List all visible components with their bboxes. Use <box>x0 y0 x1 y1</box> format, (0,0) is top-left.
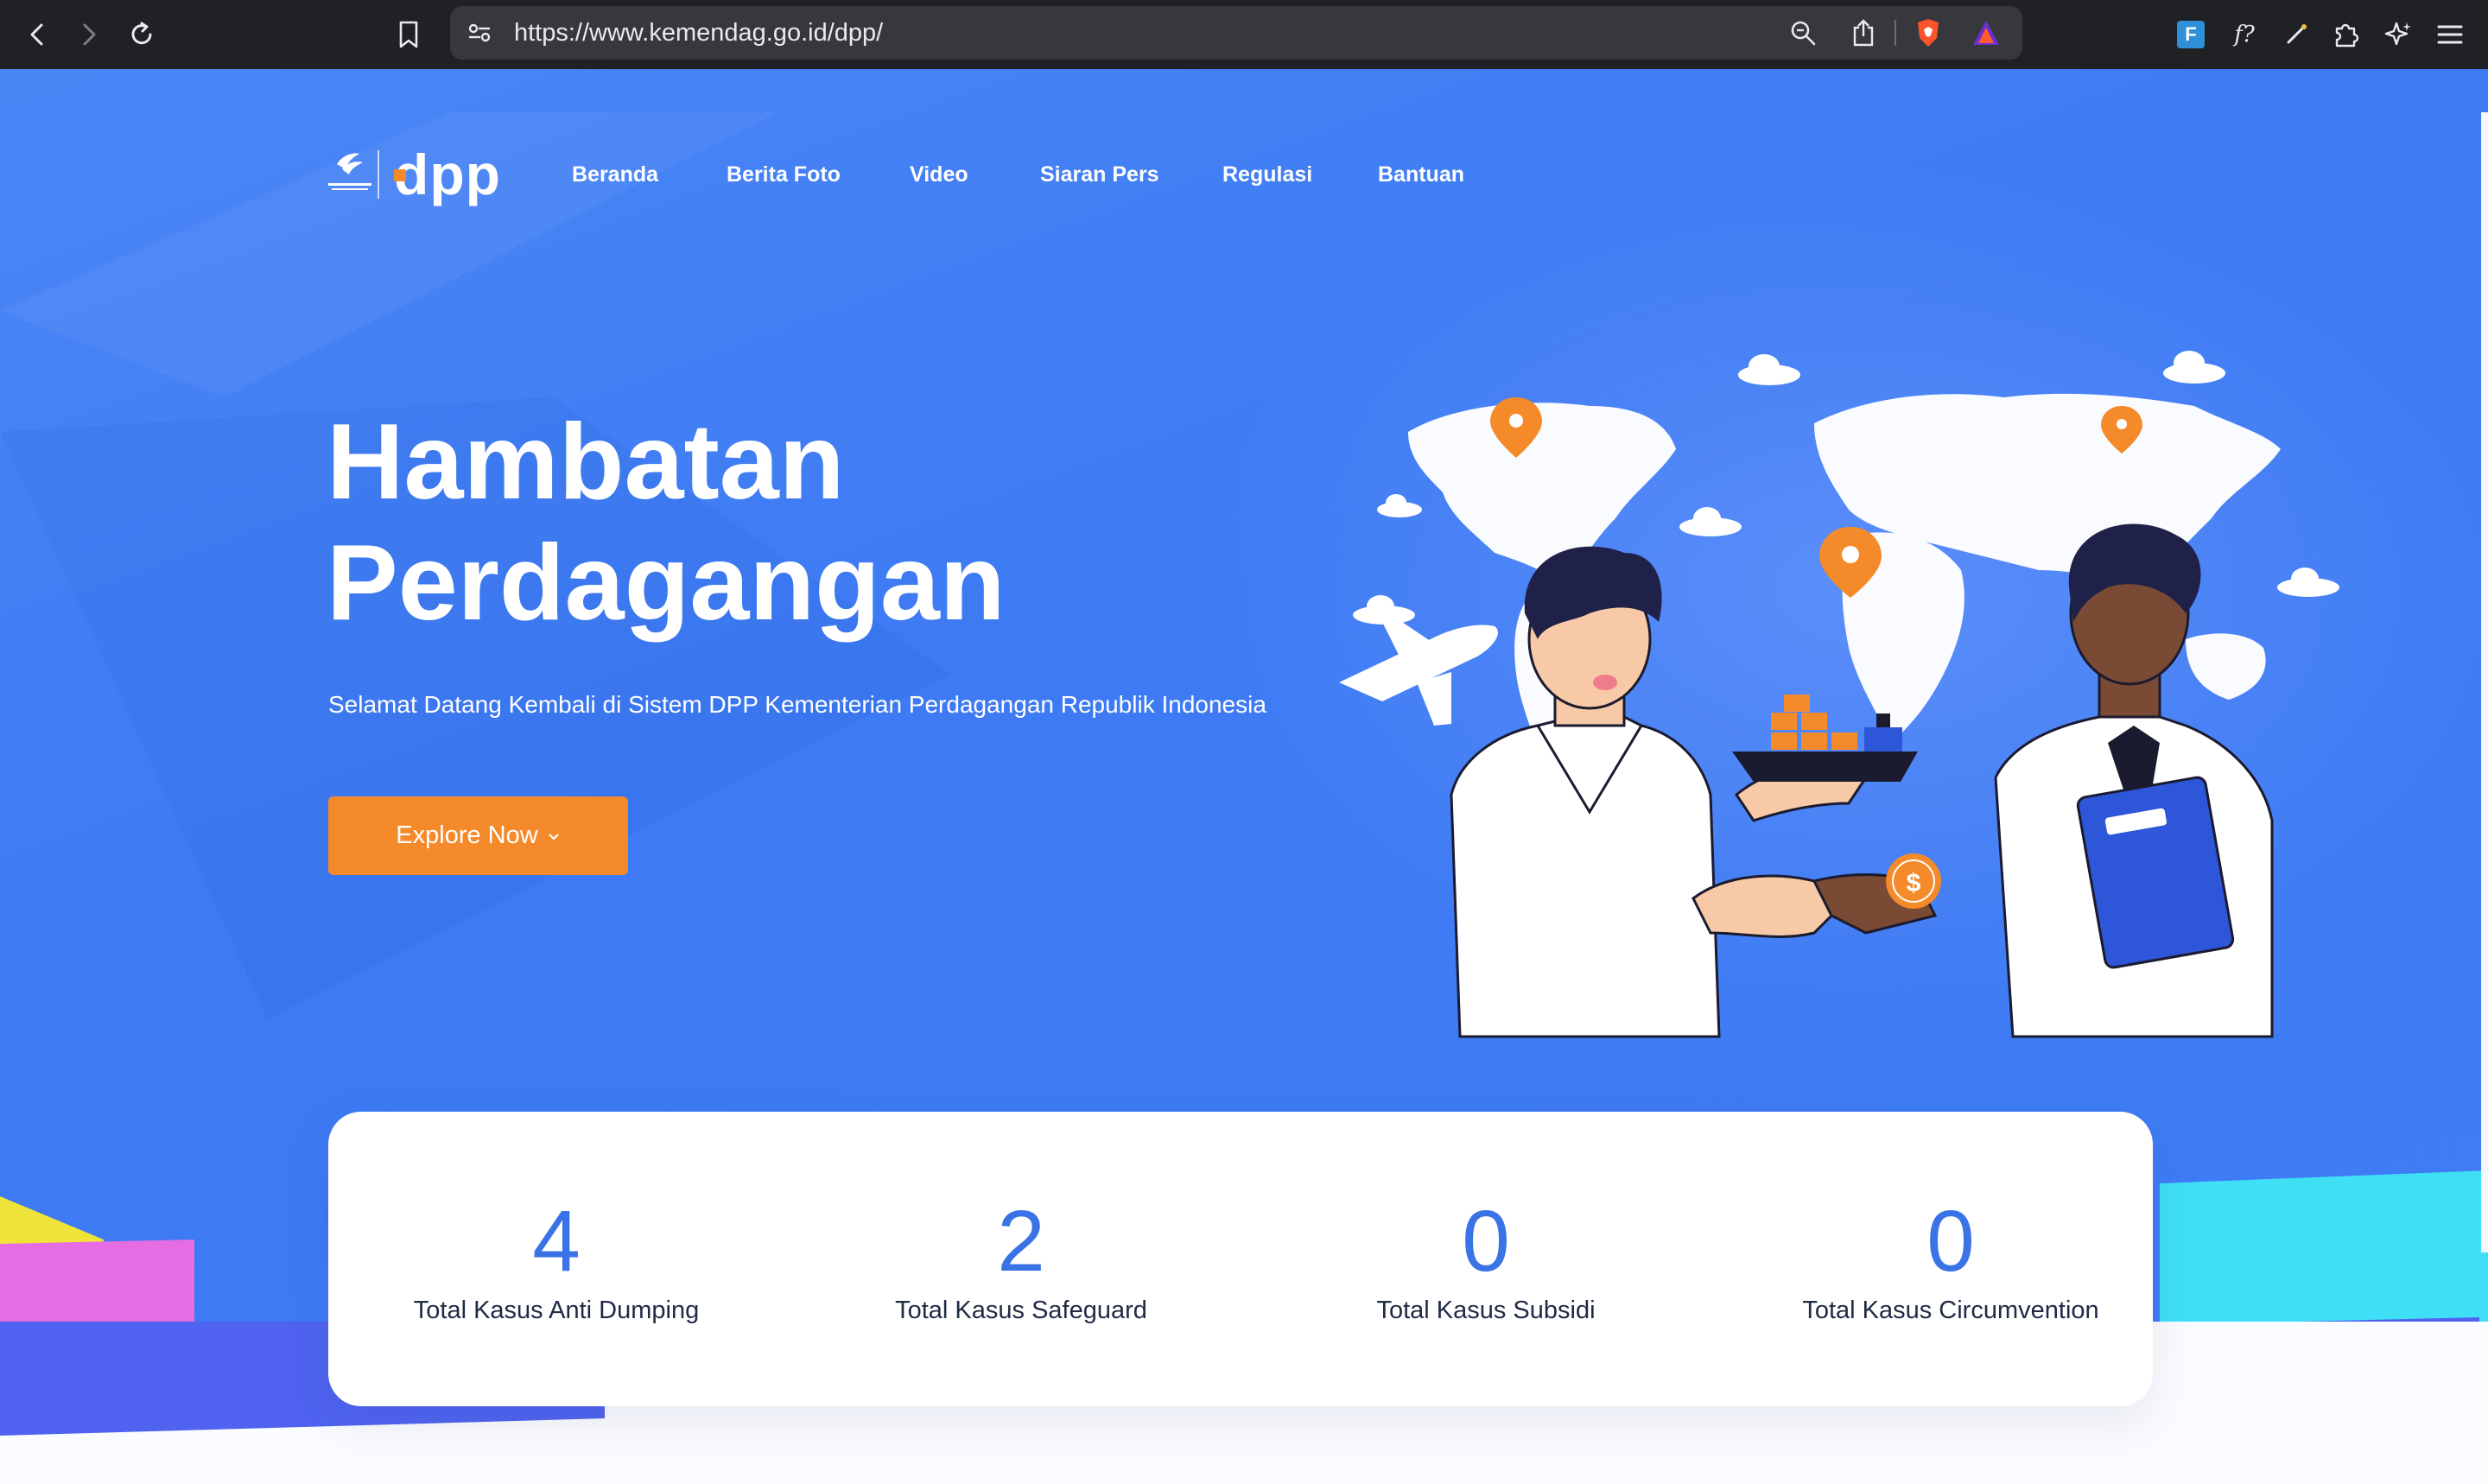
stats-card: 4 Total Kasus Anti Dumping 2 Total Kasus… <box>328 1112 2153 1406</box>
nav-item-siaran-pers[interactable]: Siaran Pers <box>1040 149 1159 200</box>
logo-accent <box>394 169 406 181</box>
site-logo[interactable]: dpp <box>327 138 536 212</box>
leo-ai-icon[interactable] <box>2379 16 2417 54</box>
nav-item-berita-foto[interactable]: Berita Foto <box>727 149 841 200</box>
logo-text: dpp <box>394 143 501 206</box>
stat-value: 0 <box>1926 1193 1975 1290</box>
site-settings-icon[interactable] <box>462 16 497 50</box>
businessman-right <box>1994 523 2274 1038</box>
stat-value: 2 <box>997 1193 1045 1290</box>
stat-label: Total Kasus Subsidi <box>1376 1297 1596 1324</box>
stat-value: 0 <box>1462 1193 1510 1290</box>
browser-toolbar: https://www.kemendag.go.id/dpp/ F f? <box>0 0 2488 69</box>
chevron-down-icon <box>548 833 559 840</box>
scrollbar-track[interactable] <box>2481 112 2488 1253</box>
extension-pen-icon[interactable] <box>2277 16 2315 54</box>
stat-label: Total Kasus Safeguard <box>895 1297 1147 1324</box>
reload-icon <box>131 22 152 45</box>
forward-arrow-icon <box>83 23 96 46</box>
stat-circumvention: 0 Total Kasus Circumvention <box>1723 1112 2179 1325</box>
bookmark-icon <box>399 21 418 48</box>
hero-title-line2: Perdagangan <box>327 523 1006 643</box>
hero-subtitle: Selamat Datang Kembali di Sistem DPP Kem… <box>328 691 1266 718</box>
zoom-icon[interactable] <box>1787 17 1818 48</box>
nav-item-regulasi[interactable]: Regulasi <box>1222 149 1312 200</box>
forward-button[interactable] <box>62 9 114 60</box>
extension-formula-icon[interactable]: f? <box>2225 16 2263 54</box>
brave-rewards-icon[interactable] <box>1969 16 2003 50</box>
hero-title: Hambatan Perdagangan <box>327 402 1363 644</box>
extensions-puzzle-icon[interactable] <box>2327 16 2365 54</box>
back-button[interactable] <box>12 9 64 60</box>
dollar-symbol: $ <box>1907 869 1921 897</box>
nav-item-bantuan[interactable]: Bantuan <box>1378 149 1464 200</box>
stat-anti-dumping: 4 Total Kasus Anti Dumping <box>328 1112 784 1325</box>
address-bar[interactable]: https://www.kemendag.go.id/dpp/ <box>450 6 2022 60</box>
reload-button[interactable] <box>116 9 168 60</box>
extension-f-icon[interactable]: F <box>2172 16 2210 54</box>
url-text[interactable]: https://www.kemendag.go.id/dpp/ <box>514 6 883 60</box>
stat-label: Total Kasus Circumvention <box>1802 1297 2099 1324</box>
dollar-coin-icon: $ <box>1886 853 1941 909</box>
hero-title-line1: Hambatan <box>327 403 845 522</box>
airplane-icon <box>1339 620 1498 726</box>
explore-now-label: Explore Now <box>396 821 538 849</box>
back-arrow-icon <box>30 23 43 46</box>
bookmark-button[interactable] <box>383 9 435 60</box>
businessman-left <box>1450 546 1721 1038</box>
stat-label: Total Kasus Anti Dumping <box>413 1297 700 1324</box>
explore-now-button[interactable]: Explore Now <box>328 796 628 875</box>
nav-item-video[interactable]: Video <box>910 149 968 200</box>
brave-shields-icon[interactable] <box>1911 16 1945 50</box>
nav-item-beranda[interactable]: Beranda <box>572 149 658 200</box>
divider <box>1895 20 1896 46</box>
trade-illustration: $ <box>1339 351 2339 1038</box>
stat-value: 4 <box>532 1193 581 1290</box>
stat-safeguard: 2 Total Kasus Safeguard <box>793 1112 1249 1325</box>
menu-icon[interactable] <box>2431 16 2469 54</box>
share-icon[interactable] <box>1848 16 1879 49</box>
stat-subsidi: 0 Total Kasus Subsidi <box>1258 1112 1714 1325</box>
